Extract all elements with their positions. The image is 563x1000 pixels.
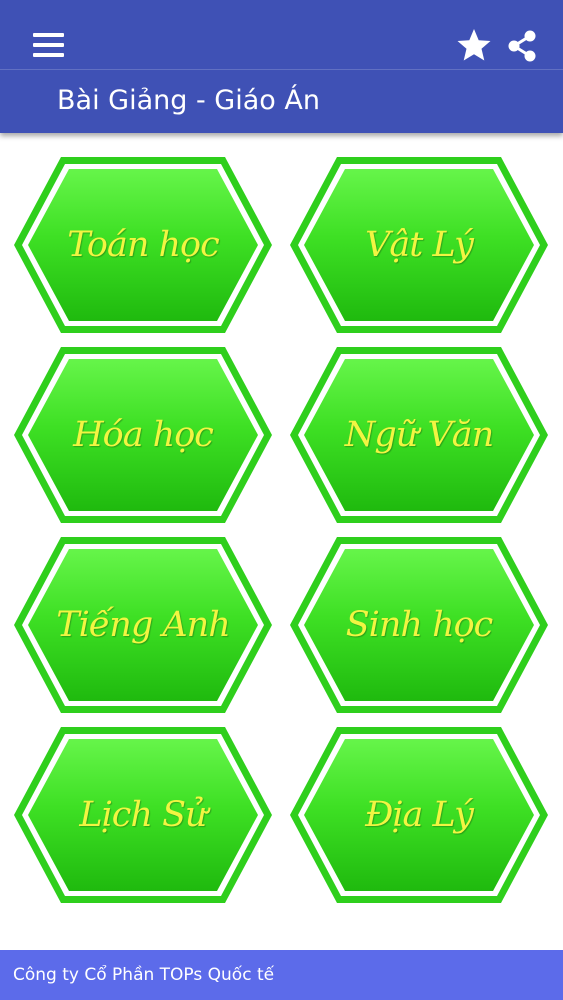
subject-label: Sinh học xyxy=(345,605,494,645)
subject-tile-lich-su[interactable]: Lịch Sử xyxy=(12,725,274,905)
subject-grid: Toán học Vật Lý Hóa học Ngữ Văn Tiếng An… xyxy=(0,133,563,950)
app-bar-divider xyxy=(0,69,563,70)
subject-label: Toán học xyxy=(67,225,219,265)
share-icon[interactable] xyxy=(500,24,544,68)
subject-label: Vật Lý xyxy=(365,225,474,265)
hamburger-menu-icon[interactable] xyxy=(22,22,76,68)
subject-tile-sinh-hoc[interactable]: Sinh học xyxy=(288,535,550,715)
subject-label: Địa Lý xyxy=(365,795,474,835)
subject-tile-hoa-hoc[interactable]: Hóa học xyxy=(12,345,274,525)
subject-tile-tieng-anh[interactable]: Tiếng Anh xyxy=(12,535,274,715)
subject-tile-vat-ly[interactable]: Vật Lý xyxy=(288,155,550,335)
subject-tile-dia-ly[interactable]: Địa Lý xyxy=(288,725,550,905)
page-title: Bài Giảng - Giáo Án xyxy=(57,85,320,116)
subject-tile-ngu-van[interactable]: Ngữ Văn xyxy=(288,345,550,525)
subject-label: Hóa học xyxy=(73,415,214,455)
footer-company: Công ty Cổ Phần TOPs Quốc tế xyxy=(0,950,563,1000)
subject-tile-toan-hoc[interactable]: Toán học xyxy=(12,155,274,335)
subject-label: Lịch Sử xyxy=(79,795,207,835)
subject-label: Ngữ Văn xyxy=(344,415,494,455)
subject-label: Tiếng Anh xyxy=(56,605,231,645)
star-icon[interactable] xyxy=(452,24,496,68)
app-bar: Bài Giảng - Giáo Án xyxy=(0,0,563,133)
